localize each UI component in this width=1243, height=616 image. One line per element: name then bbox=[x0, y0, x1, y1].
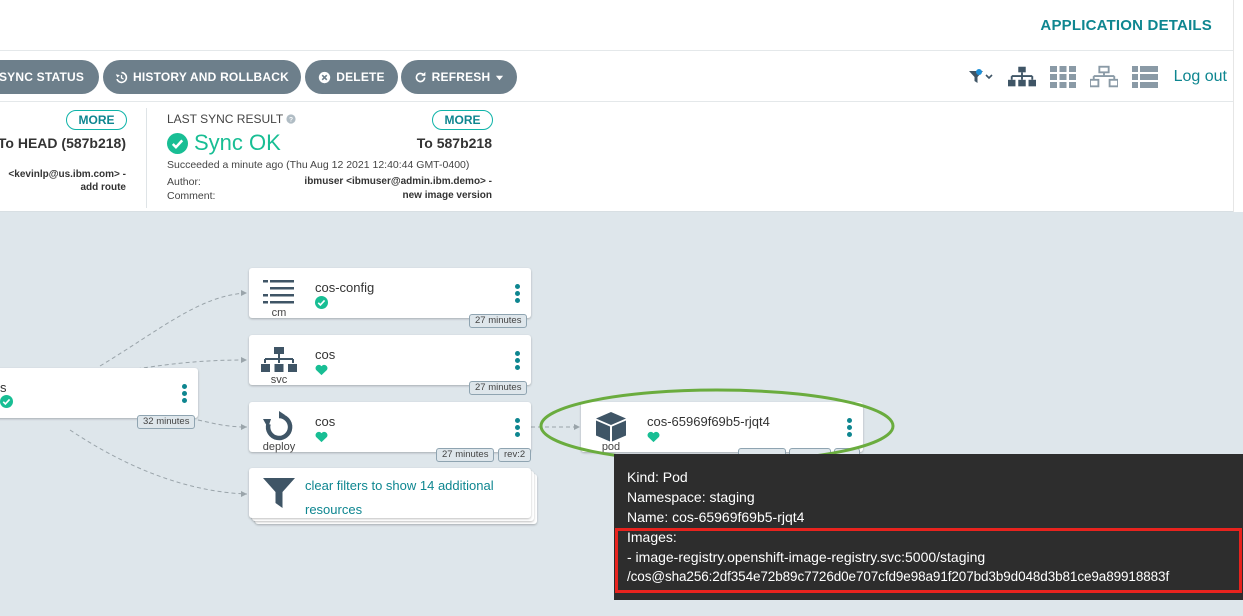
configmap-name: cos-config bbox=[315, 280, 375, 295]
service-node[interactable]: svc cos bbox=[249, 335, 531, 386]
deployment-node[interactable]: deploy cos bbox=[249, 402, 531, 453]
service-icon bbox=[259, 343, 299, 377]
node-menu-icon[interactable] bbox=[515, 418, 521, 439]
deployment-age-badge: 27 minutes bbox=[436, 448, 495, 462]
service-kind-label: svc bbox=[270, 374, 288, 386]
healthy-heart-icon bbox=[315, 363, 328, 381]
application-node[interactable]: s bbox=[0, 368, 198, 418]
application-age-badge: 32 minutes bbox=[137, 415, 196, 429]
node-menu-icon[interactable] bbox=[515, 351, 521, 372]
tooltip-kind: Kind: Pod bbox=[627, 469, 688, 485]
service-age-badge: 27 minutes bbox=[469, 381, 528, 395]
node-menu-icon[interactable] bbox=[182, 384, 188, 405]
tooltip-name: Name: cos-65969f69b5-rjqt4 bbox=[627, 509, 805, 525]
deployment-kind-label: deploy bbox=[262, 441, 296, 453]
images-highlight-box bbox=[615, 528, 1242, 593]
clear-filters-text-1: clear filters to show 14 additional bbox=[305, 478, 494, 493]
configmap-age-badge: 27 minutes bbox=[469, 314, 528, 328]
healthy-heart-icon bbox=[647, 430, 660, 448]
tooltip-namespace: Namespace: staging bbox=[627, 489, 755, 505]
clear-filters-text-2: resources bbox=[305, 502, 363, 517]
service-name: cos bbox=[315, 347, 336, 362]
application-node-name: s bbox=[0, 380, 7, 395]
pod-name: cos-65969f69b5-rjqt4 bbox=[647, 414, 770, 429]
pod-icon bbox=[591, 410, 631, 444]
synced-icon bbox=[0, 395, 13, 413]
pod-node[interactable]: pod cos-65969f69b5-rjqt4 bbox=[581, 402, 863, 453]
deployment-revision-badge: rev:2 bbox=[498, 448, 532, 462]
configmap-icon bbox=[259, 276, 299, 310]
configmap-node[interactable]: cm cos-config bbox=[249, 268, 531, 319]
pod-kind-label: pod bbox=[601, 441, 621, 453]
deployment-name: cos bbox=[315, 414, 336, 429]
synced-icon bbox=[315, 296, 328, 314]
funnel-icon bbox=[259, 476, 299, 510]
deployment-icon bbox=[259, 410, 299, 444]
node-menu-icon[interactable] bbox=[847, 418, 853, 439]
healthy-heart-icon bbox=[315, 430, 328, 448]
clear-filters-node[interactable]: clear filters to show 14 additional reso… bbox=[249, 468, 531, 518]
clear-filters-link[interactable]: clear filters to show 14 additional reso… bbox=[305, 474, 494, 522]
configmap-kind-label: cm bbox=[271, 307, 287, 319]
node-menu-icon[interactable] bbox=[515, 284, 521, 305]
